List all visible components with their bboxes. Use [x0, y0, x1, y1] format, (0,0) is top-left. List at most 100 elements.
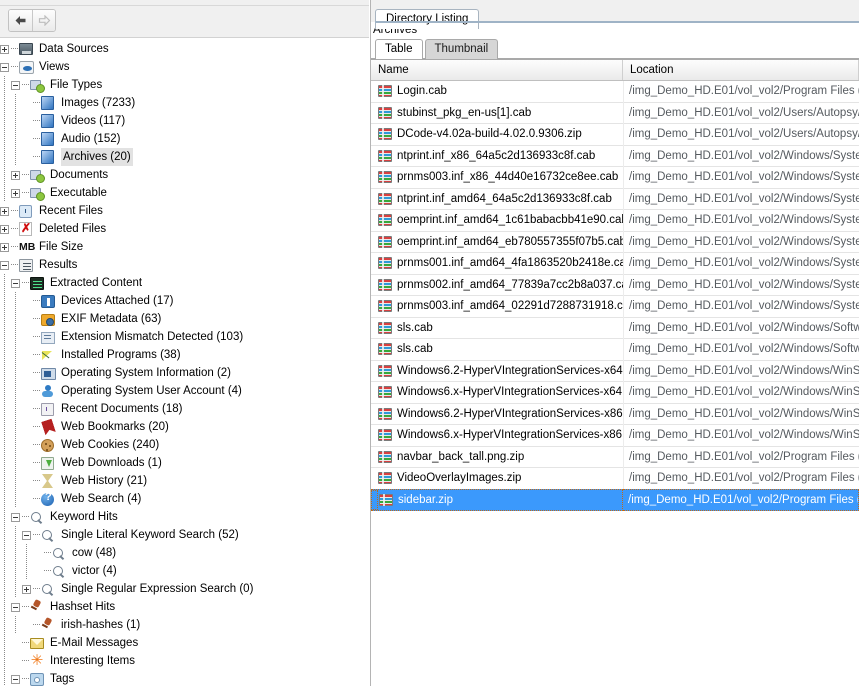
tree-indent-guide: [0, 580, 11, 598]
tree-scroll-area[interactable]: Data SourcesViewsFile TypesImages (7233)…: [0, 38, 369, 686]
tree-item-web-cookies-240[interactable]: Web Cookies (240): [0, 436, 369, 454]
tree-indent-guide: [0, 670, 11, 686]
tree-item-audio-152[interactable]: Audio (152): [0, 130, 369, 148]
table-row[interactable]: Windows6.x-HyperVIntegrationServices-x64…: [371, 382, 859, 404]
tree-panel: Data SourcesViewsFile TypesImages (7233)…: [0, 0, 370, 686]
tree-connector: [33, 148, 41, 166]
tree-item-extracted-content[interactable]: Extracted Content: [0, 274, 369, 292]
expand-toggle-icon[interactable]: [0, 45, 9, 54]
view-tab-thumbnail[interactable]: Thumbnail: [425, 39, 499, 59]
collapse-toggle-icon[interactable]: [11, 675, 20, 684]
expand-toggle-icon[interactable]: [0, 243, 9, 252]
file-name-label: sls.cab: [397, 343, 433, 355]
tree-item-deleted-files[interactable]: Deleted Files: [0, 220, 369, 238]
tree-item-images-7233[interactable]: Images (7233): [0, 94, 369, 112]
table-row[interactable]: ntprint.inf_amd64_64a5c2d136933c8f.cab/i…: [371, 189, 859, 211]
expand-toggle-icon[interactable]: [11, 189, 20, 198]
archive-file-icon: [378, 322, 392, 334]
tree-item-recent-documents-18[interactable]: Recent Documents (18): [0, 400, 369, 418]
tree-item-operating-system-information-2[interactable]: Operating System Information (2): [0, 364, 369, 382]
tree-item-hashset-hits[interactable]: Hashset Hits: [0, 598, 369, 616]
tree-item-operating-system-user-account-4[interactable]: Operating System User Account (4): [0, 382, 369, 400]
tree-item-web-search-4[interactable]: Web Search (4): [0, 490, 369, 508]
cell-name: sls.cab: [371, 339, 623, 361]
table-row[interactable]: prnms002.inf_amd64_77839a7cc2b8a037.cab/…: [371, 275, 859, 297]
collapse-toggle-icon[interactable]: [11, 279, 20, 288]
tree-item-cow-48[interactable]: cow (48): [0, 544, 369, 562]
tree-item-label: Data Sources: [39, 40, 109, 58]
cell-location: /img_Demo_HD.E01/vol_vol2/Users/Autopsy/…: [623, 124, 859, 146]
tree-item-tags[interactable]: Tags: [0, 670, 369, 686]
table-row[interactable]: Windows6.x-HyperVIntegrationServices-x86…: [371, 425, 859, 447]
column-header-name[interactable]: Name: [371, 60, 623, 80]
table-row[interactable]: prnms003.inf_x86_44d40e16732ce8ee.cab/im…: [371, 167, 859, 189]
table-row[interactable]: oemprint.inf_amd64_eb780557355f07b5.cab/…: [371, 232, 859, 254]
table-row[interactable]: VideoOverlayImages.zip/img_Demo_HD.E01/v…: [371, 468, 859, 490]
tree-item-exif-metadata-63[interactable]: EXIF Metadata (63): [0, 310, 369, 328]
table-row[interactable]: prnms003.inf_amd64_02291d7288731918.cab/…: [371, 296, 859, 318]
table-row[interactable]: sls.cab/img_Demo_HD.E01/vol_vol2/Windows…: [371, 318, 859, 340]
table-row[interactable]: navbar_back_tall.png.zip/img_Demo_HD.E01…: [371, 447, 859, 469]
collapse-toggle-icon[interactable]: [11, 603, 20, 612]
table-row[interactable]: stubinst_pkg_en-us[1].cab/img_Demo_HD.E0…: [371, 103, 859, 125]
collapse-toggle-icon[interactable]: [11, 513, 20, 522]
expand-toggle-icon[interactable]: [0, 225, 9, 234]
tree-item-devices-attached-17[interactable]: Devices Attached (17): [0, 292, 369, 310]
tree-item-web-bookmarks-20[interactable]: Web Bookmarks (20): [0, 418, 369, 436]
table-row[interactable]: sidebar.zip/img_Demo_HD.E01/vol_vol2/Pro…: [371, 490, 859, 512]
table-row[interactable]: Windows6.2-HyperVIntegrationServices-x86…: [371, 404, 859, 426]
tree-item-web-downloads-1[interactable]: Web Downloads (1): [0, 454, 369, 472]
tree-item-victor-4[interactable]: victor (4): [0, 562, 369, 580]
tree-item-installed-programs-38[interactable]: Installed Programs (38): [0, 346, 369, 364]
table-row[interactable]: Login.cab/img_Demo_HD.E01/vol_vol2/Progr…: [371, 81, 859, 103]
back-button[interactable]: [9, 10, 32, 31]
os-user-icon: [41, 383, 57, 399]
tree-item-single-literal-keyword-search-52[interactable]: Single Literal Keyword Search (52): [0, 526, 369, 544]
tree-indent-guide: [0, 166, 11, 184]
collapse-toggle-icon[interactable]: [11, 81, 20, 90]
collapse-toggle-icon[interactable]: [0, 63, 9, 72]
tree-item-videos-117[interactable]: Videos (117): [0, 112, 369, 130]
tree-item-executable[interactable]: Executable: [0, 184, 369, 202]
tree-item-web-history-21[interactable]: Web History (21): [0, 472, 369, 490]
view-tab-table[interactable]: Table: [375, 39, 423, 59]
tree-item-recent-files[interactable]: Recent Files: [0, 202, 369, 220]
tree-item-file-types[interactable]: File Types: [0, 76, 369, 94]
tree-connector: [22, 274, 30, 292]
cell-location: /img_Demo_HD.E01/vol_vol2/Windows/System…: [623, 145, 859, 167]
eye-icon: [19, 59, 35, 75]
table-row[interactable]: ntprint.inf_x86_64a5c2d136933c8f.cab/img…: [371, 146, 859, 168]
tree-item-label: victor (4): [72, 562, 117, 580]
tree-indent-guide: [0, 652, 11, 670]
tree-item-label: Interesting Items: [50, 652, 135, 670]
tree-item-file-size[interactable]: MBFile Size: [0, 238, 369, 256]
collapse-toggle-icon[interactable]: [0, 261, 9, 270]
expand-toggle-icon[interactable]: [22, 585, 31, 594]
tree-item-irish-hashes-1[interactable]: irish-hashes (1): [0, 616, 369, 634]
tab-directory-listing[interactable]: Directory Listing: [375, 9, 479, 29]
tree-item-documents[interactable]: Documents: [0, 166, 369, 184]
table-row[interactable]: prnms001.inf_amd64_4fa1863520b2418e.cab/…: [371, 253, 859, 275]
tree-connector: [33, 436, 41, 454]
tree-indent-guide: [11, 562, 22, 580]
tree-item-archives-20[interactable]: Archives (20): [0, 148, 369, 166]
tree-item-interesting-items[interactable]: ✳Interesting Items: [0, 652, 369, 670]
table-row[interactable]: sls.cab/img_Demo_HD.E01/vol_vol2/Windows…: [371, 339, 859, 361]
column-header-location[interactable]: Location: [623, 60, 859, 80]
collapse-toggle-icon[interactable]: [22, 531, 31, 540]
table-row[interactable]: DCode-v4.02a-build-4.02.0.9306.zip/img_D…: [371, 124, 859, 146]
tree-item-data-sources[interactable]: Data Sources: [0, 40, 369, 58]
expand-toggle-icon[interactable]: [0, 207, 9, 216]
tree-item-views[interactable]: Views: [0, 58, 369, 76]
tree-item-results[interactable]: Results: [0, 256, 369, 274]
table-row[interactable]: oemprint.inf_amd64_1c61babacbb41e90.cab/…: [371, 210, 859, 232]
tree-item-extension-mismatch-detected-103[interactable]: Extension Mismatch Detected (103): [0, 328, 369, 346]
table-row[interactable]: Windows6.2-HyperVIntegrationServices-x64…: [371, 361, 859, 383]
tree-item-e-mail-messages[interactable]: E-Mail Messages: [0, 634, 369, 652]
forward-button[interactable]: [32, 10, 55, 31]
tree-connector: [33, 328, 41, 346]
tree-item-keyword-hits[interactable]: Keyword Hits: [0, 508, 369, 526]
cell-name: oemprint.inf_amd64_eb780557355f07b5.cab: [371, 231, 623, 253]
tree-item-single-regular-expression-search-0[interactable]: Single Regular Expression Search (0): [0, 580, 369, 598]
expand-toggle-icon[interactable]: [11, 171, 20, 180]
